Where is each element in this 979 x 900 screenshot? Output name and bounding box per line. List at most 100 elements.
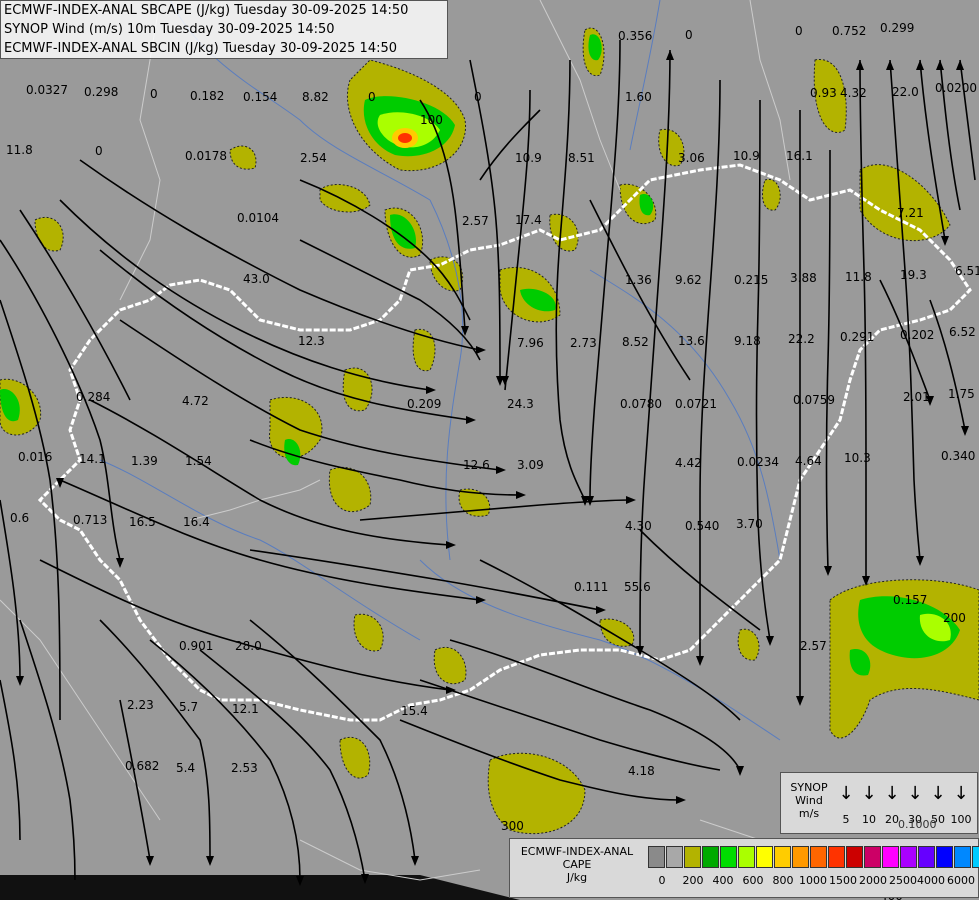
cin-value-label: 9.18 — [734, 334, 761, 348]
cin-value-label: 100 — [420, 113, 443, 127]
cin-value-label: 17.4 — [515, 213, 542, 227]
cape-legend-label: 1000 — [799, 874, 827, 887]
cin-value-label: 9.62 — [675, 273, 702, 287]
cin-value-label: 0.6 — [10, 511, 29, 525]
cin-value-label: 0.0780 — [620, 397, 662, 411]
cin-value-label: 0.0104 — [237, 211, 279, 225]
cin-value-label: 6.51 — [955, 264, 979, 278]
cin-value-label: 1.39 — [131, 454, 158, 468]
cape-swatch — [828, 846, 845, 868]
cape-legend-label: 1500 — [829, 874, 857, 887]
cape-legend-label: 6000 — [947, 874, 975, 887]
cin-value-label: 1.36 — [625, 273, 652, 287]
wind-legend-unit: m/s — [798, 807, 820, 820]
weather-map: 0.0327 0.298 0 0.182 0.154 8.82 0 0 0.356 0 0 0.752… — [0, 0, 979, 900]
cape-swatch — [864, 846, 881, 868]
header-line-wind: SYNOP Wind (m/s) 10m Tuesday 30-09-2025 … — [4, 22, 335, 37]
cape-swatch — [702, 846, 719, 868]
cape-swatch — [720, 846, 737, 868]
cin-value-label: 200 — [943, 611, 966, 625]
wind-arrow-icon: ↓ — [953, 783, 969, 804]
cin-value-label: 0.284 — [76, 390, 110, 404]
wind-arrow-icon: ↓ — [861, 783, 877, 804]
cin-value-label: 1.75 — [948, 387, 975, 401]
cape-legend-line1: ECMWF-INDEX-ANAL — [520, 845, 634, 858]
cin-value-label: 0 — [150, 87, 158, 101]
cin-value-label: 11.8 — [6, 143, 33, 157]
cin-value-label: 8.51 — [568, 151, 595, 165]
cin-value-label: 0.340 — [941, 449, 975, 463]
cape-legend-label: 600 — [742, 874, 764, 887]
cape-swatch — [918, 846, 935, 868]
cin-value-label: 28.0 — [235, 639, 262, 653]
cin-value-label: 3.09 — [517, 458, 544, 472]
cin-value-label: 0.157 — [893, 593, 927, 607]
cin-value-label: 12.1 — [232, 702, 259, 716]
cin-value-label: 0 — [368, 90, 376, 104]
cin-value-label: 0 — [685, 28, 693, 42]
cape-swatch — [774, 846, 791, 868]
cin-value-label: 0.901 — [179, 639, 213, 653]
cin-value-label: 4.30 — [625, 519, 652, 533]
map-header: ECMWF-INDEX-ANAL SBCAPE (J/kg) Tuesday 3… — [0, 0, 448, 59]
cin-value-label: 24.3 — [507, 397, 534, 411]
cin-value-label: 22.2 — [788, 332, 815, 346]
cape-swatch — [936, 846, 953, 868]
cin-value-label: 0.0759 — [793, 393, 835, 407]
cin-value-label: 55.6 — [624, 580, 651, 594]
wind-arrow-icon: ↓ — [930, 783, 946, 804]
cape-swatch — [900, 846, 917, 868]
cape-legend: ECMWF-INDEX-ANAL CAPE J/kg 0 200 400 600 800… — [509, 838, 979, 898]
wind-legend-line2: Wind — [795, 794, 823, 807]
cape-peak — [392, 128, 418, 148]
cin-value-label: 4.64 — [795, 454, 822, 468]
cin-value-label: 0.713 — [73, 513, 107, 527]
cin-value-label: 0.540 — [685, 519, 719, 533]
cin-value-label: 10.9 — [515, 151, 542, 165]
header-line-cin: ECMWF-INDEX-ANAL SBCIN (J/kg) Tuesday 30… — [4, 41, 398, 56]
cin-value-label: 0.016 — [18, 450, 52, 464]
cin-value-label: 0.209 — [407, 397, 441, 411]
cin-value-label: 0.298 — [84, 85, 118, 99]
cin-value-label: 0.0327 — [26, 83, 68, 97]
cin-value-label: 14.1 — [79, 452, 106, 466]
wind-legend-title: SYNOP Wind m/s — [783, 781, 835, 820]
cin-value-label: 0.215 — [734, 273, 768, 287]
cape-legend-label: 0 — [658, 874, 666, 887]
cin-value-label: 2.57 — [800, 639, 827, 653]
cape-legend-swatches — [648, 846, 979, 868]
cin-value-label: 0.93 — [810, 86, 837, 100]
cape-swatch — [756, 846, 773, 868]
cin-value-label: 3.88 — [790, 271, 817, 285]
cin-value-label: 5.7 — [179, 700, 198, 714]
cin-value-label: 300 — [501, 819, 524, 833]
cape-swatch — [792, 846, 809, 868]
cin-value-label: 2.73 — [570, 336, 597, 350]
wind-arrow-icon: ↓ — [838, 783, 854, 804]
cin-value-label: 13.6 — [678, 334, 705, 348]
cape-legend-label: 200 — [682, 874, 704, 887]
cin-value-label: 2.01 — [903, 390, 930, 404]
cin-value-label: 6.52 — [949, 325, 976, 339]
cape-swatch — [648, 846, 665, 868]
cin-value-label: 10.3 — [844, 451, 871, 465]
cin-value-label: 0.299 — [880, 21, 914, 35]
cape-legend-line2: CAPE — [562, 858, 592, 871]
cin-value-label: 0 — [795, 24, 803, 38]
cin-value-label: 7.21 — [897, 206, 924, 220]
cin-value-label: 0.0178 — [185, 149, 227, 163]
cape-legend-label: 800 — [772, 874, 794, 887]
cape-swatch — [972, 846, 979, 868]
cin-value-label: 11.8 — [845, 270, 872, 284]
cin-value-label: 43.0 — [243, 272, 270, 286]
cin-value-label: 0.0721 — [675, 397, 717, 411]
cape-legend-label: 2000 — [859, 874, 887, 887]
cin-value-label: 3.70 — [736, 517, 763, 531]
header-line-cape: ECMWF-INDEX-ANAL SBCAPE (J/kg) Tuesday 3… — [4, 3, 409, 18]
cin-value-label: 1.54 — [185, 454, 212, 468]
cape-swatch — [846, 846, 863, 868]
wind-legend-line1: SYNOP — [790, 781, 828, 794]
cin-value-label: 0.682 — [125, 759, 159, 773]
cin-value-label: 8.52 — [622, 335, 649, 349]
cin-value-label: 0.202 — [900, 328, 934, 342]
